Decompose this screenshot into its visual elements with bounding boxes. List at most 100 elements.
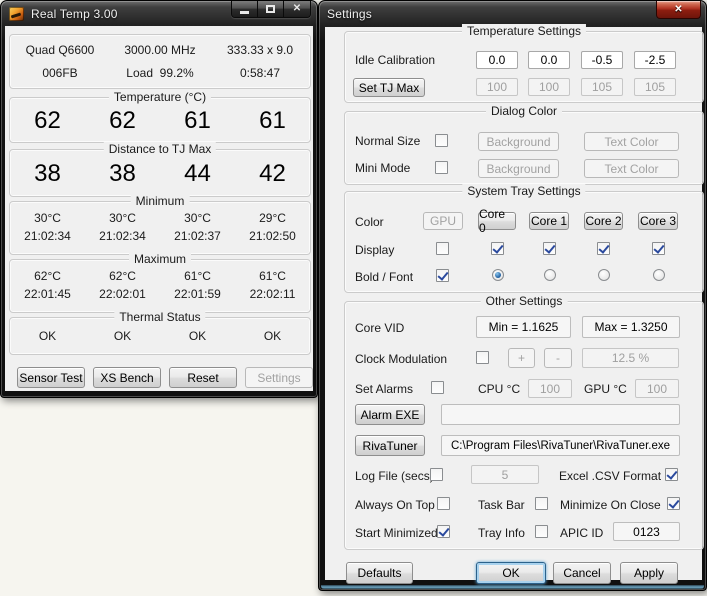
minimize-icon (240, 11, 249, 14)
settings-button: Settings (245, 367, 313, 388)
idle-calibration-label: Idle Calibration (355, 53, 435, 67)
temperature-settings-group: Temperature Settings Idle Calibration 0.… (344, 31, 704, 103)
xs-bench-button[interactable]: XS Bench (93, 367, 161, 388)
display-core0-checkbox[interactable] (491, 242, 504, 255)
core1-distance: 38 (85, 160, 160, 188)
core0-max-time: 22:01:45 (10, 287, 85, 301)
mini-text-color-button: Text Color (584, 159, 679, 178)
core1-temp: 62 (85, 107, 160, 135)
minimize-on-close-checkbox[interactable] (667, 497, 680, 510)
excel-csv-checkbox[interactable] (665, 468, 678, 481)
core1-thermal-status: OK (85, 329, 160, 343)
maximize-button[interactable] (258, 1, 284, 17)
tj-max-core1-input: 100 (528, 78, 570, 96)
core1-max-time: 22:02:01 (85, 287, 160, 301)
bold-font-checkbox[interactable] (436, 269, 449, 282)
close-icon: ✕ (674, 4, 682, 15)
idle-calibration-core3-input[interactable]: -2.5 (634, 51, 676, 69)
font-core0-radio[interactable] (492, 269, 504, 281)
log-file-checkbox[interactable] (430, 468, 443, 481)
set-alarms-checkbox[interactable] (431, 381, 444, 394)
core0-min-temp: 30°C (10, 211, 85, 225)
minimize-button[interactable] (232, 1, 258, 17)
tj-max-core3-input: 105 (634, 78, 676, 96)
ok-button[interactable]: OK (476, 562, 546, 584)
normal-background-button: Background (478, 132, 559, 151)
cpu-alarm-label: CPU °C (478, 382, 520, 396)
display-gpu-checkbox[interactable] (436, 242, 449, 255)
close-button[interactable]: ✕ (284, 1, 310, 17)
mini-mode-checkbox[interactable] (435, 161, 448, 174)
font-core3-radio[interactable] (653, 269, 665, 281)
maximize-icon (266, 5, 275, 13)
idle-calibration-core0-input[interactable]: 0.0 (476, 51, 518, 69)
core-vid-label: Core VID (355, 321, 404, 335)
cpu-alarm-input: 100 (528, 379, 572, 398)
apic-id-field: 0123 (613, 522, 680, 541)
set-alarms-label: Set Alarms (355, 382, 413, 396)
thermal-status-panel: Thermal Status OK OK OK OK (9, 317, 311, 355)
rivatuner-button[interactable]: RivaTuner (355, 435, 425, 456)
realtemp-button-row: Sensor Test XS Bench Reset Settings (17, 367, 313, 388)
gpu-alarm-input: 100 (635, 379, 679, 398)
core-vid-max-field: Max = 1.3250 (582, 316, 680, 338)
settings-close-button[interactable]: ✕ (656, 1, 701, 19)
realtemp-client: Quad Q6600 3000.00 MHz 333.33 x 9.0 006F… (5, 26, 313, 391)
log-file-label: Log File (secs) (355, 469, 434, 483)
core3-max-temp: 61°C (235, 269, 310, 283)
core2-thermal-status: OK (160, 329, 235, 343)
core2-max-time: 22:01:59 (160, 287, 235, 301)
cpuid: 006FB (10, 66, 110, 80)
settings-client: Temperature Settings Idle Calibration 0.… (325, 27, 702, 580)
font-core2-radio[interactable] (598, 269, 610, 281)
core3-min-time: 21:02:50 (235, 229, 310, 243)
idle-calibration-core1-input[interactable]: 0.0 (528, 51, 570, 69)
apply-button[interactable]: Apply (620, 562, 678, 584)
always-on-top-label: Always On Top (355, 498, 435, 512)
core3-color-button[interactable]: Core 3 (638, 212, 678, 230)
idle-calibration-core2-input[interactable]: -0.5 (581, 51, 623, 69)
core1-min-temp: 30°C (85, 211, 160, 225)
set-tj-max-button[interactable]: Set TJ Max (353, 78, 425, 97)
maximum-panel-title: Maximum (129, 252, 191, 266)
rivatuner-path-field[interactable]: C:\Program Files\RivaTuner\RivaTuner.exe (441, 435, 680, 456)
minimum-panel: Minimum 30°C 30°C 30°C 29°C 21:02:34 21:… (9, 201, 311, 255)
core1-color-button[interactable]: Core 1 (529, 212, 569, 230)
cancel-button[interactable]: Cancel (553, 562, 611, 584)
defaults-button[interactable]: Defaults (346, 562, 413, 584)
normal-size-checkbox[interactable] (435, 134, 448, 147)
distance-panel-title: Distance to TJ Max (104, 142, 216, 156)
gpu-color-button: GPU (423, 212, 463, 230)
minimize-on-close-label: Minimize On Close (560, 498, 661, 512)
tray-info-checkbox[interactable] (535, 525, 548, 538)
close-icon: ✕ (293, 4, 301, 14)
start-minimized-label: Start Minimized (355, 526, 438, 540)
display-core1-checkbox[interactable] (543, 242, 556, 255)
distance-panel: Distance to TJ Max 38 38 44 42 (9, 149, 311, 197)
start-minimized-checkbox[interactable] (437, 525, 450, 538)
mini-background-button: Background (478, 159, 559, 178)
clock-modulation-checkbox[interactable] (476, 351, 489, 364)
font-core1-radio[interactable] (544, 269, 556, 281)
task-bar-checkbox[interactable] (535, 497, 548, 510)
core3-min-temp: 29°C (235, 211, 310, 225)
clock-modulation-label: Clock Modulation (355, 352, 447, 366)
core3-thermal-status: OK (235, 329, 310, 343)
dialog-color-group: Dialog Color Normal Size Background Text… (344, 111, 704, 185)
runtime: 0:58:47 (210, 66, 310, 80)
display-core2-checkbox[interactable] (597, 242, 610, 255)
core0-color-button[interactable]: Core 0 (478, 212, 516, 230)
display-core3-checkbox[interactable] (652, 242, 665, 255)
settings-titlebar[interactable]: Settings (319, 1, 706, 26)
normal-size-label: Normal Size (355, 134, 420, 148)
core2-color-button[interactable]: Core 2 (584, 212, 623, 230)
alarm-exe-path-field[interactable] (441, 404, 680, 425)
alarm-exe-button[interactable]: Alarm EXE (355, 404, 425, 425)
reset-button[interactable]: Reset (169, 367, 237, 388)
apic-id-label: APIC ID (560, 526, 603, 540)
core3-max-time: 22:02:11 (235, 287, 310, 301)
sensor-test-button[interactable]: Sensor Test (17, 367, 85, 388)
clock-minus-button: - (544, 348, 572, 368)
core2-min-time: 21:02:37 (160, 229, 235, 243)
always-on-top-checkbox[interactable] (437, 497, 450, 510)
